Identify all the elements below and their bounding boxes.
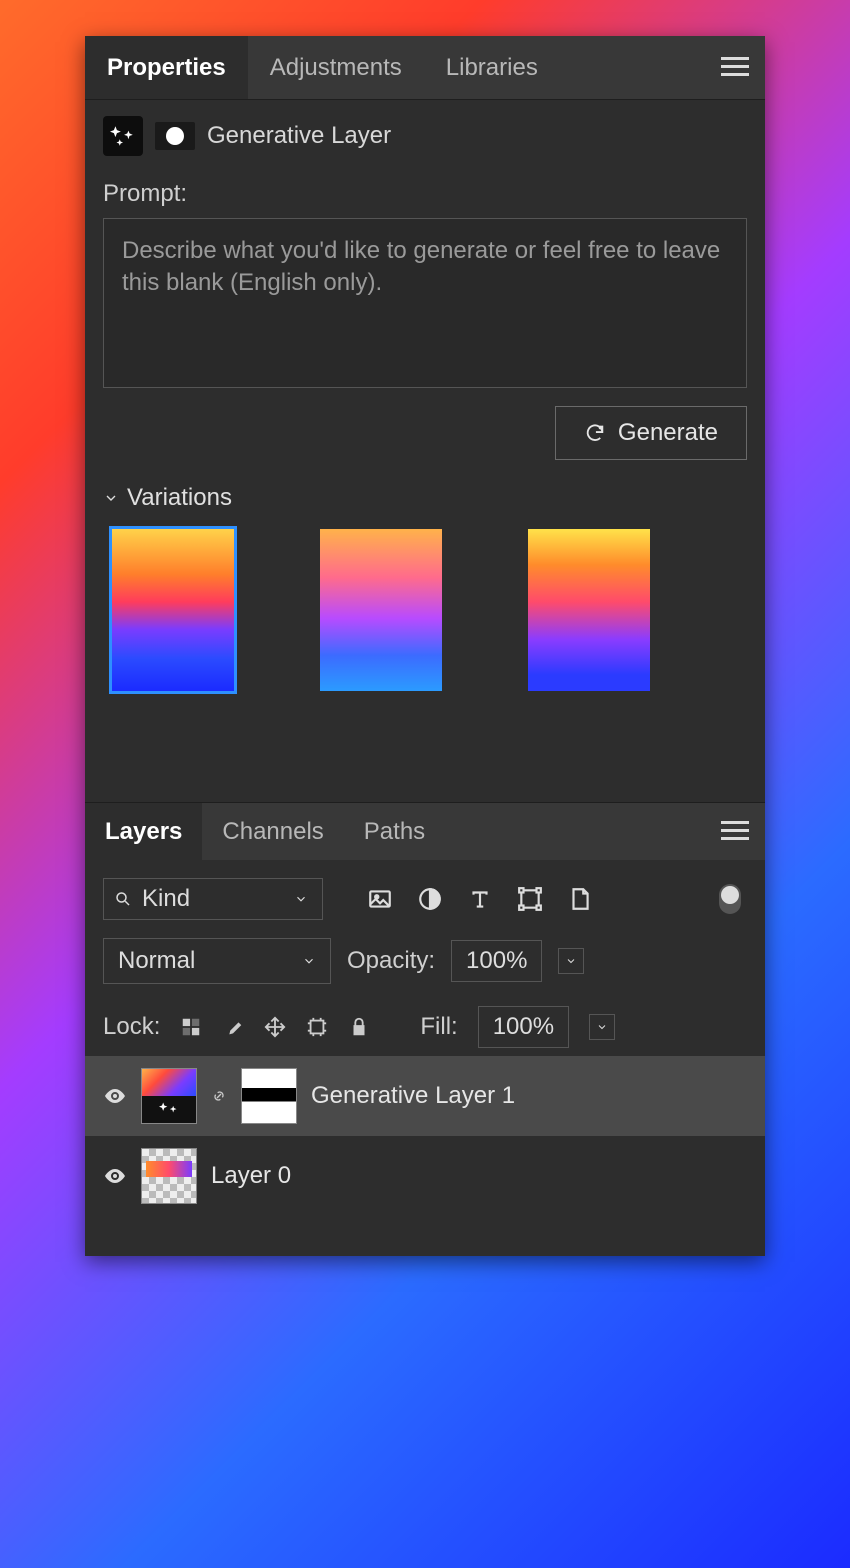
layer-name[interactable]: Generative Layer 1 [311,1082,515,1110]
layer-thumb-generative [141,1068,197,1124]
opacity-dropdown[interactable] [558,948,584,974]
panel-title: Generative Layer [207,122,391,150]
generate-button[interactable]: Generate [555,406,747,460]
search-icon [114,890,132,908]
adjustment-filter-icon[interactable] [417,886,443,912]
variation-thumb-1[interactable] [109,526,237,694]
chevron-down-icon [294,892,308,906]
chevron-down-icon [565,955,577,967]
lock-row: Lock: Fill: 100% [85,992,765,1056]
tab-libraries[interactable]: Libraries [424,36,560,99]
lock-artboard-icon[interactable] [306,1016,328,1038]
blend-mode-value: Normal [118,947,302,975]
generate-label: Generate [618,419,718,447]
lock-transparent-icon[interactable] [180,1016,202,1038]
layer-filter-row: Kind [85,860,765,930]
chevron-down-icon [302,954,316,968]
lock-position-icon[interactable] [264,1016,286,1038]
smartobject-filter-icon[interactable] [567,886,593,912]
panel-menu-icon[interactable] [721,57,749,79]
prompt-label: Prompt: [103,180,747,208]
fill-dropdown[interactable] [589,1014,615,1040]
variations-grid [103,526,747,694]
lock-brush-icon[interactable] [222,1016,244,1038]
layer-row-generative[interactable]: Generative Layer 1 [85,1056,765,1136]
kind-filter-select[interactable]: Kind [103,878,323,920]
tab-layers[interactable]: Layers [85,803,202,860]
prompt-input[interactable]: Describe what you'd like to generate or … [103,218,747,388]
tab-channels[interactable]: Channels [202,803,343,860]
shape-filter-icon[interactable] [517,886,543,912]
layer-row-base[interactable]: Layer 0 [85,1136,765,1216]
variations-header[interactable]: Variations [103,484,747,512]
properties-panel: Properties Adjustments Libraries Generat… [85,36,765,1256]
blend-row: Normal Opacity: 100% [85,930,765,992]
image-filter-icon[interactable] [367,886,393,912]
opacity-value[interactable]: 100% [451,940,542,982]
refresh-sparkle-icon [584,422,606,444]
lock-all-icon[interactable] [348,1016,370,1038]
prompt-section: Prompt: Describe what you'd like to gene… [85,172,765,712]
text-filter-icon[interactable] [467,886,493,912]
visibility-eye-icon[interactable] [103,1164,127,1188]
layer-thumb-image [141,1148,197,1204]
filter-toggle[interactable] [719,884,741,914]
variation-thumb-3[interactable] [525,526,653,694]
kind-filter-label: Kind [142,885,284,913]
blend-mode-select[interactable]: Normal [103,938,331,984]
layer-mask-icon [155,122,195,150]
tab-adjustments[interactable]: Adjustments [248,36,424,99]
top-tab-bar: Properties Adjustments Libraries [85,36,765,100]
tab-paths[interactable]: Paths [344,803,445,860]
fill-label: Fill: [420,1013,457,1041]
variation-thumb-2[interactable] [317,526,445,694]
layers-panel-menu-icon[interactable] [721,821,749,843]
visibility-eye-icon[interactable] [103,1084,127,1108]
generative-sparkle-icon [103,116,143,156]
opacity-label: Opacity: [347,947,435,975]
variations-label: Variations [127,484,232,512]
layer-mask-thumb[interactable] [241,1068,297,1124]
fill-value[interactable]: 100% [478,1006,569,1048]
link-icon[interactable] [211,1082,227,1110]
layer-name[interactable]: Layer 0 [211,1162,291,1190]
lock-label: Lock: [103,1013,160,1041]
tab-properties[interactable]: Properties [85,36,248,99]
layers-tab-bar: Layers Channels Paths [85,802,765,860]
panel-header: Generative Layer [85,100,765,172]
chevron-down-icon [596,1021,608,1033]
chevron-down-icon [103,490,119,506]
